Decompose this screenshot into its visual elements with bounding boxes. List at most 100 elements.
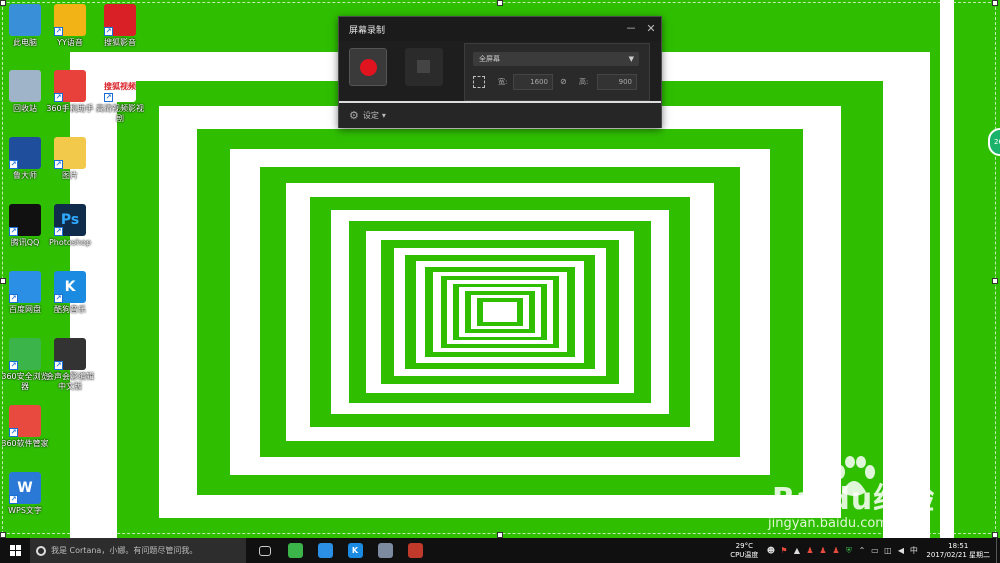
gear-icon[interactable]: ⚙ <box>349 109 359 122</box>
recycle-bin-icon <box>9 70 41 102</box>
system-tray: 29°C CPU温度 ☻ ⚑ ▲ ♟ ♟ ♟ ⛨ ⌃ ▭ ◫ ◀ 中 18:51… <box>730 538 1000 563</box>
desktop-icon-label: 百度网盘 <box>9 305 41 314</box>
resize-handle-top[interactable] <box>497 0 503 6</box>
clock[interactable]: 18:51 2017/02/21 星期二 <box>926 542 990 560</box>
network-icon[interactable]: ◫ <box>881 546 894 555</box>
recorder-title: 屏幕录制 <box>349 25 386 36</box>
shortcut-arrow-icon: ↗ <box>54 160 63 169</box>
desktop-icon-label: 图片 <box>62 171 78 180</box>
360-phone-icon: ↗ <box>54 70 86 102</box>
recorder-body: 全屏幕 ▼ 宽: 1600 ⊘ 高: 900 <box>339 41 661 101</box>
height-field[interactable]: 900 <box>597 74 637 90</box>
settings-label[interactable]: 设定 <box>363 110 379 121</box>
taskbar-baidu-netdisk-button[interactable] <box>310 538 340 563</box>
desktop-icon-label: 搜狐影音 <box>104 38 136 47</box>
settings-dropdown-icon[interactable]: ▾ <box>382 111 386 120</box>
tray-guard-icon[interactable]: ♟ <box>829 546 842 555</box>
cortana-placeholder: 我是 Cortana，小娜。有问题尽管问我。 <box>51 546 198 555</box>
desktop-icon-label: YY语音 <box>57 38 83 47</box>
cortana-search-box[interactable]: 我是 Cortana，小娜。有问题尽管问我。 <box>30 538 246 563</box>
kugou-icon: K ↗ <box>54 271 86 303</box>
width-field[interactable]: 1600 <box>513 74 553 90</box>
people-icon[interactable]: ☻ <box>764 546 777 555</box>
tray-security-icon[interactable]: ♟ <box>816 546 829 555</box>
desktop-icon-label: 高清视频影视剧 <box>96 104 144 123</box>
baidu-netdisk-icon: ↗ <box>9 271 41 303</box>
ludashi-icon: ↗ <box>9 137 41 169</box>
desktop-icon-ludashi[interactable]: ↗ 鲁大师 <box>0 137 50 181</box>
close-button[interactable]: ✕ <box>641 19 661 39</box>
minimize-button[interactable]: － <box>621 19 641 39</box>
height-label: 高: <box>579 78 589 86</box>
start-button[interactable] <box>0 538 30 563</box>
baidu-netdisk-icon <box>317 543 333 558</box>
taskbar-app-button[interactable] <box>370 538 400 563</box>
tray-alert-icon[interactable]: ♟ <box>803 546 816 555</box>
desktop-icon-label: 360手机助手 <box>46 104 94 113</box>
action-center-icon[interactable]: ▭ <box>868 546 881 555</box>
taskbar-task-view-button[interactable] <box>250 538 280 563</box>
record-icon <box>360 59 377 76</box>
flag-icon[interactable]: ⚑ <box>777 546 790 555</box>
desktop-icon-photoshop[interactable]: Ps ↗ Photoshop <box>45 204 95 248</box>
chevron-down-icon: ▼ <box>628 55 634 63</box>
recorder-titlebar[interactable]: 屏幕录制 － ✕ <box>339 17 661 41</box>
ime-indicator[interactable]: 中 <box>907 545 920 556</box>
shortcut-arrow-icon: ↗ <box>54 294 63 303</box>
desktop-icon-label: 酷狗音乐 <box>54 305 86 314</box>
record-button[interactable] <box>349 48 387 86</box>
desktop-icon-video-editor[interactable]: ↗ 会声会影编辑中文版 <box>45 338 95 392</box>
dimensions-row: 宽: 1600 ⊘ 高: 900 <box>473 74 649 92</box>
desktop-icon-label: 腾讯QQ <box>10 238 40 247</box>
desktop-icon-kugou[interactable]: K ↗ 酷狗音乐 <box>45 271 95 315</box>
qq-icon: ↗ <box>9 204 41 236</box>
360-browser-icon: ↗ <box>9 338 41 370</box>
taskbar-pinned-apps: K <box>250 538 430 563</box>
desktop-icon-recycle-bin[interactable]: 回收站 <box>0 70 50 114</box>
shortcut-arrow-icon: ↗ <box>54 27 63 36</box>
taskbar: 我是 Cortana，小娜。有问题尽管问我。 K 29°C CPU温度 ☻ ⚑ … <box>0 538 1000 563</box>
desktop-icon-360-browser[interactable]: ↗ 360安全浏览器 <box>0 338 50 392</box>
desktop-icon-label: WPS文字 <box>8 506 42 515</box>
taskbar-360-browser-button[interactable] <box>280 538 310 563</box>
shortcut-arrow-icon: ↗ <box>9 361 18 370</box>
stop-button[interactable] <box>405 48 443 86</box>
resize-handle-top-right[interactable] <box>992 0 998 6</box>
desktop-icon-baidu-netdisk[interactable]: ↗ 百度网盘 <box>0 271 50 315</box>
sohu-player-icon: ↗ <box>104 4 136 36</box>
baidu-watermark: Baidu经验 jingyan.baidu.com <box>762 456 962 536</box>
tray-app-icon[interactable]: ▲ <box>790 546 803 555</box>
desktop-icon-qq[interactable]: ↗ 腾讯QQ <box>0 204 50 248</box>
video-editor-icon: ↗ <box>54 338 86 370</box>
clock-time: 18:51 <box>948 541 969 550</box>
show-desktop-button[interactable] <box>996 538 1000 563</box>
link-ratio-icon[interactable]: ⊘ <box>560 77 567 86</box>
desktop-icon-sohu-video[interactable]: 搜狐视频 ↗ 高清视频影视剧 <box>95 70 145 124</box>
shortcut-arrow-icon: ↗ <box>9 428 18 437</box>
desktop-icon-label: 回收站 <box>13 104 37 113</box>
shortcut-arrow-icon: ↗ <box>54 93 63 102</box>
desktop-icon-folder[interactable]: ↗ 图片 <box>45 137 95 181</box>
computer-icon <box>9 4 41 36</box>
chevron-up-icon[interactable]: ⌃ <box>855 546 868 555</box>
volume-icon[interactable]: ◀ <box>894 546 907 555</box>
resize-handle-right[interactable] <box>992 278 998 284</box>
select-region-icon[interactable] <box>473 76 485 88</box>
taskbar-screen-recorder-button[interactable] <box>400 538 430 563</box>
360-browser-icon <box>287 543 303 558</box>
desktop-icon-sohu-player[interactable]: ↗ 搜狐影音 <box>95 4 145 48</box>
desktop-icon-computer[interactable]: 此电脑 <box>0 4 50 48</box>
desktop-icon-yy[interactable]: ↗ YY语音 <box>45 4 95 48</box>
desktop-icon-label: 会声会影编辑中文版 <box>46 372 94 391</box>
cpu-temperature[interactable]: 29°C CPU温度 <box>730 542 758 560</box>
capture-mode-value: 全屏幕 <box>479 55 500 63</box>
shield-icon[interactable]: ⛨ <box>842 546 855 556</box>
taskbar-kugou-button[interactable]: K <box>340 538 370 563</box>
desktop-icon-360-phone[interactable]: ↗ 360手机助手 <box>45 70 95 114</box>
folder-icon: ↗ <box>54 137 86 169</box>
desktop-icon-wps-writer[interactable]: W ↗ WPS文字 <box>0 472 50 516</box>
windows-logo-icon <box>9 545 21 556</box>
sohu-video-icon: 搜狐视频 ↗ <box>104 70 136 102</box>
desktop-icon-360-software[interactable]: ↗ 360软件管家 <box>0 405 50 449</box>
capture-mode-select[interactable]: 全屏幕 ▼ <box>473 52 639 66</box>
